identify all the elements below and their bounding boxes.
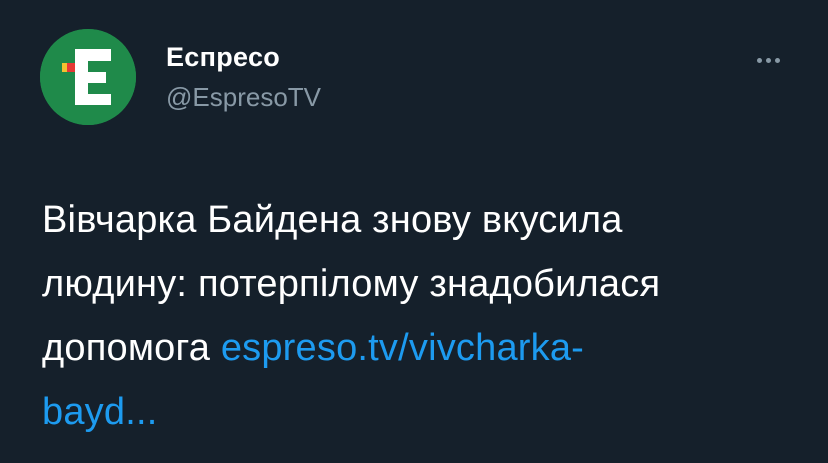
more-options-button[interactable] [750, 46, 786, 74]
tweet-text-segment: допомога [42, 327, 211, 369]
tweet-text-line: людину: потерпілому знадобилася [42, 263, 661, 305]
avatar[interactable] [40, 29, 136, 125]
tweet-text: Вівчарка Байдена знову вкусила людину: п… [42, 188, 782, 444]
tweet-text-line: допомога espreso.tv/vivcharka- [42, 316, 782, 380]
more-horizontal-icon [774, 57, 780, 63]
tweet-link[interactable]: espreso.tv/vivcharka- [221, 327, 584, 369]
author-handle[interactable]: @EspresoTV [166, 82, 321, 113]
tweet-link-continued[interactable]: bayd... [42, 391, 157, 433]
espreso-logo-icon [40, 29, 136, 125]
tweet-text-line: Вівчарка Байдена знову вкусила [42, 199, 623, 241]
more-horizontal-icon [756, 57, 762, 63]
author-display-name[interactable]: Еспресо [166, 42, 280, 73]
tweet-card: Еспресо @EspresoTV Вівчарка Байдена знов… [0, 0, 828, 463]
more-horizontal-icon [765, 57, 771, 63]
tweet-text-line: bayd... [42, 380, 782, 444]
